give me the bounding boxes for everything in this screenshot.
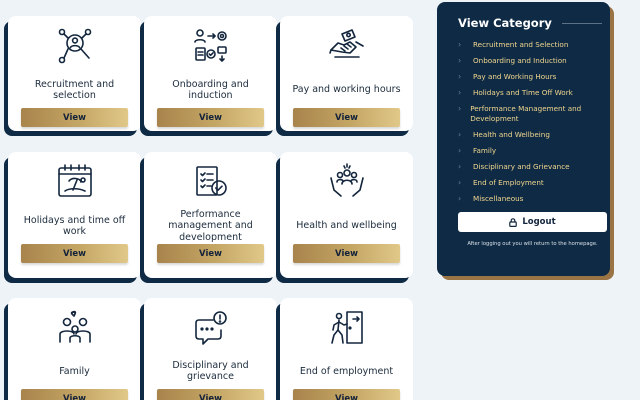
category-label[interactable]: Health and Wellbeing	[473, 130, 550, 140]
category-link-performance[interactable]: › Performance Management and Development	[458, 104, 602, 124]
chevron-right-icon: ›	[458, 56, 462, 65]
pay-icon	[327, 24, 367, 68]
family-icon	[55, 306, 95, 350]
card-title: Onboarding and induction	[172, 78, 249, 102]
card-title: Pay and working hours	[292, 84, 401, 96]
chevron-right-icon: ›	[458, 88, 462, 97]
card-title: Holidays and time off work	[23, 214, 126, 238]
category-link-disciplinary[interactable]: › Disciplinary and Grievance	[458, 162, 602, 172]
card-disciplinary: Disciplinary and grievance View	[144, 298, 277, 400]
chevron-right-icon: ›	[458, 104, 462, 113]
category-label[interactable]: End of Employment	[473, 178, 544, 188]
view-button-end-employment[interactable]: View	[293, 389, 400, 400]
category-label[interactable]: Holidays and Time Off Work	[473, 88, 573, 98]
category-link-health[interactable]: › Health and Wellbeing	[458, 130, 602, 140]
panel-divider	[561, 22, 602, 24]
view-button-recruitment[interactable]: View	[21, 108, 128, 127]
category-link-family[interactable]: › Family	[458, 146, 602, 156]
card-pay: Pay and working hours View	[280, 16, 413, 131]
card-holidays: Holidays and time off work View	[8, 152, 141, 278]
category-link-onboarding[interactable]: › Onboarding and Induction	[458, 56, 602, 66]
onboarding-icon	[191, 24, 231, 68]
card-title: Performance management and development	[168, 208, 253, 243]
view-button-pay[interactable]: View	[293, 108, 400, 127]
recruitment-icon	[55, 24, 95, 68]
card-family: Family View	[8, 298, 141, 400]
chevron-right-icon: ›	[458, 146, 462, 155]
panel-header: View Category	[458, 16, 602, 30]
chevron-right-icon: ›	[458, 194, 462, 203]
view-button-disciplinary[interactable]: View	[157, 389, 264, 400]
lock-icon	[509, 217, 518, 227]
category-link-holidays[interactable]: › Holidays and Time Off Work	[458, 88, 602, 98]
view-button-family[interactable]: View	[21, 389, 128, 400]
chevron-right-icon: ›	[458, 178, 462, 187]
card-onboarding: Onboarding and induction View	[144, 16, 277, 131]
view-button-performance[interactable]: View	[157, 244, 264, 263]
card-title: Recruitment and selection	[34, 78, 115, 102]
chevron-right-icon: ›	[458, 40, 462, 49]
card-title: Disciplinary and grievance	[172, 359, 249, 383]
chevron-right-icon: ›	[458, 130, 462, 139]
logout-label: Logout	[522, 217, 556, 227]
category-label[interactable]: Performance Management and Development	[470, 104, 602, 124]
category-link-miscellaneous[interactable]: › Miscellaneous	[458, 194, 602, 204]
card-recruitment: Recruitment and selection View	[8, 16, 141, 131]
card-health: Health and wellbeing View	[280, 152, 413, 278]
card-title: End of employment	[299, 365, 394, 377]
category-label[interactable]: Recruitment and Selection	[473, 40, 568, 50]
category-label[interactable]: Onboarding and Induction	[473, 56, 567, 66]
card-title: Health and wellbeing	[296, 220, 397, 232]
disciplinary-chat-icon	[191, 306, 231, 350]
logout-note: After logging out you will return to the…	[467, 241, 598, 247]
card-title: Family	[59, 365, 90, 377]
category-label[interactable]: Miscellaneous	[473, 194, 523, 204]
category-link-end-employment[interactable]: › End of Employment	[458, 178, 602, 188]
view-category-panel: View Category › Recruitment and Selection…	[437, 2, 610, 276]
card-end-employment: End of employment View	[280, 298, 413, 400]
view-button-health[interactable]: View	[293, 244, 400, 263]
view-button-onboarding[interactable]: View	[157, 108, 264, 127]
category-list: › Recruitment and Selection › Onboarding a…	[458, 40, 602, 204]
view-button-holidays[interactable]: View	[21, 244, 128, 263]
category-card-grid: Recruitment and selection View Onboardin…	[0, 0, 420, 400]
wellbeing-hands-icon	[327, 160, 367, 204]
category-label[interactable]: Family	[473, 146, 496, 156]
category-link-pay[interactable]: › Pay and Working Hours	[458, 72, 602, 82]
exit-door-icon	[327, 306, 367, 350]
chevron-right-icon: ›	[458, 162, 462, 171]
category-label[interactable]: Disciplinary and Grievance	[473, 162, 570, 172]
logout-button[interactable]: Logout	[458, 212, 607, 232]
holiday-calendar-icon	[55, 160, 95, 204]
performance-checklist-icon	[191, 160, 231, 204]
category-label[interactable]: Pay and Working Hours	[473, 72, 556, 82]
category-link-recruitment[interactable]: › Recruitment and Selection	[458, 40, 602, 50]
chevron-right-icon: ›	[458, 72, 462, 81]
panel-title: View Category	[458, 16, 552, 30]
card-performance: Performance management and development V…	[144, 152, 277, 278]
